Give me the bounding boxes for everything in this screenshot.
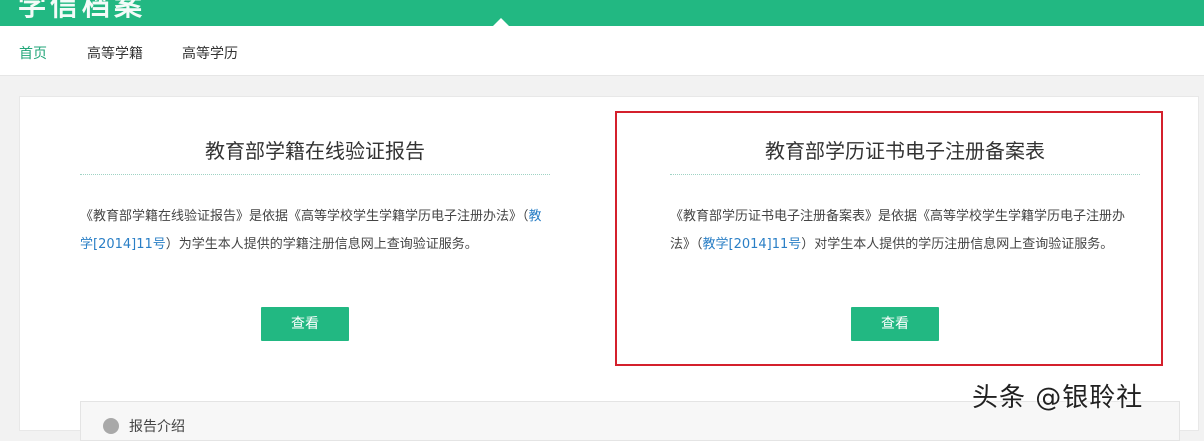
enrollment-report-title: 教育部学籍在线验证报告 bbox=[205, 139, 425, 163]
nav-item-higher-enrollment[interactable]: 高等学籍 bbox=[87, 43, 143, 63]
degree-view-button[interactable]: 查看 bbox=[851, 307, 939, 341]
top-header-bar: 学信档案 bbox=[0, 0, 1204, 26]
title-divider bbox=[80, 174, 550, 175]
nav-item-home[interactable]: 首页 bbox=[19, 43, 47, 63]
degree-record-description: 《教育部学历证书电子注册备案表》是依据《高等学校学生学籍学历电子注册办法》（教学… bbox=[670, 203, 1140, 259]
report-intro-label: 报告介绍 bbox=[129, 419, 185, 435]
enrollment-report-panel: 教育部学籍在线验证报告 《教育部学籍在线验证报告》是依据《高等学校学生学籍学历电… bbox=[80, 97, 550, 430]
watermark-text: 头条 @银聆社 bbox=[972, 383, 1144, 413]
main-nav: 首页 高等学籍 高等学历 bbox=[0, 26, 1204, 76]
enrollment-view-button[interactable]: 查看 bbox=[261, 307, 349, 341]
title-divider bbox=[670, 174, 1140, 175]
degree-record-title: 教育部学历证书电子注册备案表 bbox=[765, 139, 1045, 163]
regulation-link[interactable]: 教学[2014]11号 bbox=[703, 237, 802, 252]
enrollment-report-description: 《教育部学籍在线验证报告》是依据《高等学校学生学籍学历电子注册办法》（教学[20… bbox=[80, 203, 550, 259]
nav-indicator-notch bbox=[493, 18, 509, 26]
desc-text: 《教育部学籍在线验证报告》是依据《高等学校学生学籍学历电子注册办法》（ bbox=[80, 209, 529, 224]
site-logo[interactable]: 学信档案 bbox=[18, 0, 146, 22]
info-icon bbox=[103, 418, 119, 434]
desc-text: ）对学生本人提供的学历注册信息网上查询验证服务。 bbox=[801, 237, 1114, 252]
desc-text: ）为学生本人提供的学籍注册信息网上查询验证服务。 bbox=[165, 237, 478, 252]
nav-item-higher-degree[interactable]: 高等学历 bbox=[182, 43, 238, 63]
